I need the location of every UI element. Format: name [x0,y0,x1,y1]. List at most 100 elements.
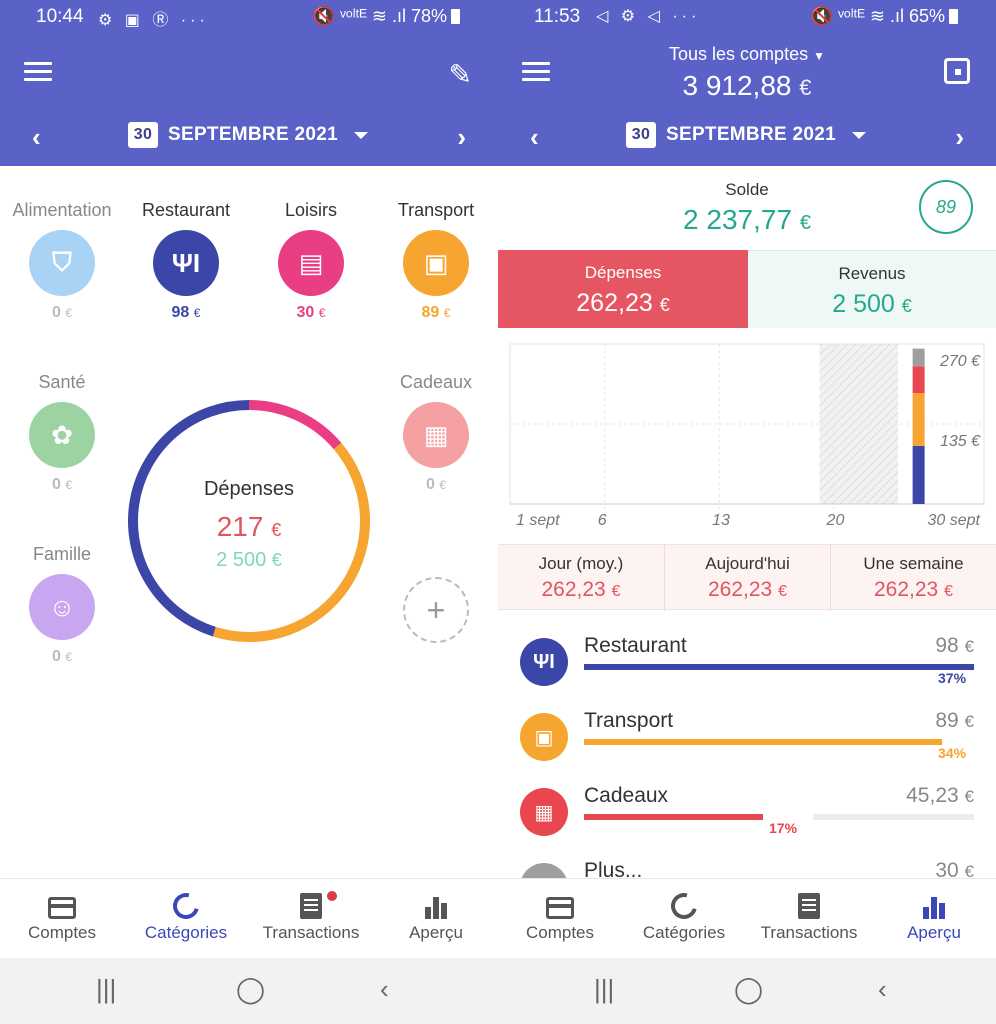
next-month-arrow-icon[interactable]: › [457,122,466,153]
home-button[interactable]: ◯ [236,974,265,1005]
category-4[interactable]: Santé ✿ 0 € [0,372,124,494]
category-name: Loisirs [284,200,337,220]
breakdown-progress-track [584,739,974,745]
category-3[interactable]: Transport ▣ 89 € [374,200,498,322]
breakdown-amount: 45,23 € [906,784,974,807]
daily-expense-chart-svg[interactable]: 1 sept 6 13 20 30 sept 270 € 135 € [498,328,996,544]
nav-accounts[interactable]: Comptes [0,879,124,943]
x-tick-label: 1 sept [516,512,560,529]
next-month-arrow-icon[interactable]: › [955,122,964,153]
date-selector: ‹ 30 SEPTEMBRE 2021 › [498,118,996,154]
nav-accounts-label: Comptes [525,923,595,942]
account-balance: 3 912,88 € [682,70,812,101]
bar-chart-icon [923,895,945,919]
budget-score-badge[interactable]: 89 [919,180,973,234]
category-name: Famille [32,544,91,564]
recent-apps-button[interactable]: ||| [96,974,116,1005]
tab-expenses[interactable]: Dépenses 262,23 € [498,250,748,328]
system-navigation-bar: ||| ◯ ‹ [498,958,996,1024]
previous-month-arrow-icon[interactable]: ‹ [32,122,41,153]
category-amount: 0 € [51,476,73,493]
add-category-button[interactable]: + [403,577,469,643]
breakdown-row[interactable]: ΨI Restaurant 98 € 37% [498,630,996,700]
status-bar: 10:44 ⚙ ▣ Ⓡ ··· 🔇 ᵛᵒˡᵗᴱ ≋ .ıl 78% [0,0,498,34]
month-picker[interactable]: 30 SEPTEMBRE 2021 [626,122,866,148]
status-system-icons: 🔇 ᵛᵒˡᵗᴱ ≋ .ıl 78% [313,6,460,27]
donut-title: Dépenses [203,478,295,500]
tab-income[interactable]: Revenus 2 500 € [748,250,996,328]
nav-transactions-label: Transactions [760,923,858,942]
breakdown-percent: 34% [938,745,967,761]
back-button[interactable]: ‹ [878,974,887,1005]
credit-card-icon [546,897,574,919]
breakdown-row[interactable]: ▣ Transport 89 € 34% [498,705,996,775]
calendar-day-icon: 30 [626,122,656,148]
category-amount: 89 € [421,304,451,321]
bottom-navigation: Comptes Catégories Transactions Aperçu [498,878,996,958]
status-notification-icons: ◁ ⚙ ◁ ··· [596,8,701,25]
breakdown-progress-track [584,664,974,670]
bar-segment-cadeaux[interactable] [912,366,925,394]
utensils-icon: ΨI [153,230,219,296]
breakdown-name: Transport [584,709,674,732]
calendar-icon[interactable] [944,58,970,84]
notification-dot [327,891,337,901]
x-tick-label: 20 [826,512,845,529]
nav-categories-label: Catégories [144,923,228,942]
nav-categories[interactable]: Catégories [124,879,248,943]
bar-segment-plus[interactable] [912,348,925,367]
app-header: 11:53 ◁ ⚙ ◁ ··· 🔇 ᵛᵒˡᵗᴱ ≋ .ıl 65% Tous l… [498,0,996,166]
nav-accounts-label: Comptes [27,923,97,942]
category-1[interactable]: Restaurant ΨI 98 € [124,200,248,322]
back-button[interactable]: ‹ [380,974,389,1005]
receipt-icon [798,893,820,919]
film-icon: ▤ [278,230,344,296]
nav-accounts[interactable]: Comptes [498,879,622,943]
x-tick-label: 6 [598,512,607,529]
category-5[interactable]: Cadeaux ▦ 0 € [374,372,498,494]
breakdown-row[interactable]: ▦ Cadeaux 45,23 € 17% [498,780,996,850]
nav-transactions[interactable]: Transactions [249,879,373,943]
home-button[interactable]: ◯ [734,974,763,1005]
nav-overview[interactable]: Aperçu [374,879,498,943]
breakdown-name: Restaurant [584,634,687,657]
receipt-icon [300,893,322,919]
month-picker[interactable]: 30 SEPTEMBRE 2021 [128,122,368,148]
y-tick-label: 135 € [940,433,981,450]
credit-card-icon [48,897,76,919]
bottom-navigation: Comptes Catégories Transactions Aperçu [0,878,498,958]
donut-segment-loisirs[interactable] [248,400,342,450]
bar-segment-restaurant[interactable] [912,445,925,504]
category-0[interactable]: Alimentation ⛉ 0 € [0,200,124,322]
donut-summary: Dépenses 217 € 2 500 € [124,478,374,572]
category-amount: 30 € [296,304,326,321]
menu-icon[interactable] [24,62,52,82]
account-selector[interactable]: Tous les comptes ▼ [498,44,996,65]
category-6[interactable]: Famille ☺ 0 € [0,544,124,666]
utensils-icon: ΨI [520,638,568,686]
stat-2: Une semaine 262,23 € [830,545,996,611]
nav-transactions[interactable]: Transactions [747,879,871,943]
edit-pencil-icon[interactable]: ✎ [449,58,472,91]
tab-income-value: 2 500 € [832,290,912,318]
donut-expenses: 217 € [216,511,282,542]
gift-icon: ▦ [403,402,469,468]
calendar-day-icon: 30 [128,122,158,148]
nav-overview-label: Aperçu [907,923,961,942]
bar-segment-transport[interactable] [912,393,925,446]
previous-month-arrow-icon[interactable]: ‹ [530,122,539,153]
recent-apps-button[interactable]: ||| [594,974,614,1005]
nav-overview[interactable]: Aperçu [872,879,996,943]
breakdown-progress-fill [584,664,974,670]
month-label: SEPTEMBRE 2021 [666,124,836,145]
child-face-icon: ☺ [29,574,95,640]
category-name: Alimentation [12,200,112,220]
x-tick-label: 30 sept [928,512,981,529]
status-time: 11:53 [534,6,581,27]
nav-categories[interactable]: Catégories [622,879,746,943]
bus-icon: ▣ [403,230,469,296]
status-time: 10:44 [36,6,84,27]
dropdown-caret-icon [852,131,866,139]
category-2[interactable]: Loisirs ▤ 30 € [249,200,373,322]
donut-ring-icon [168,888,204,924]
